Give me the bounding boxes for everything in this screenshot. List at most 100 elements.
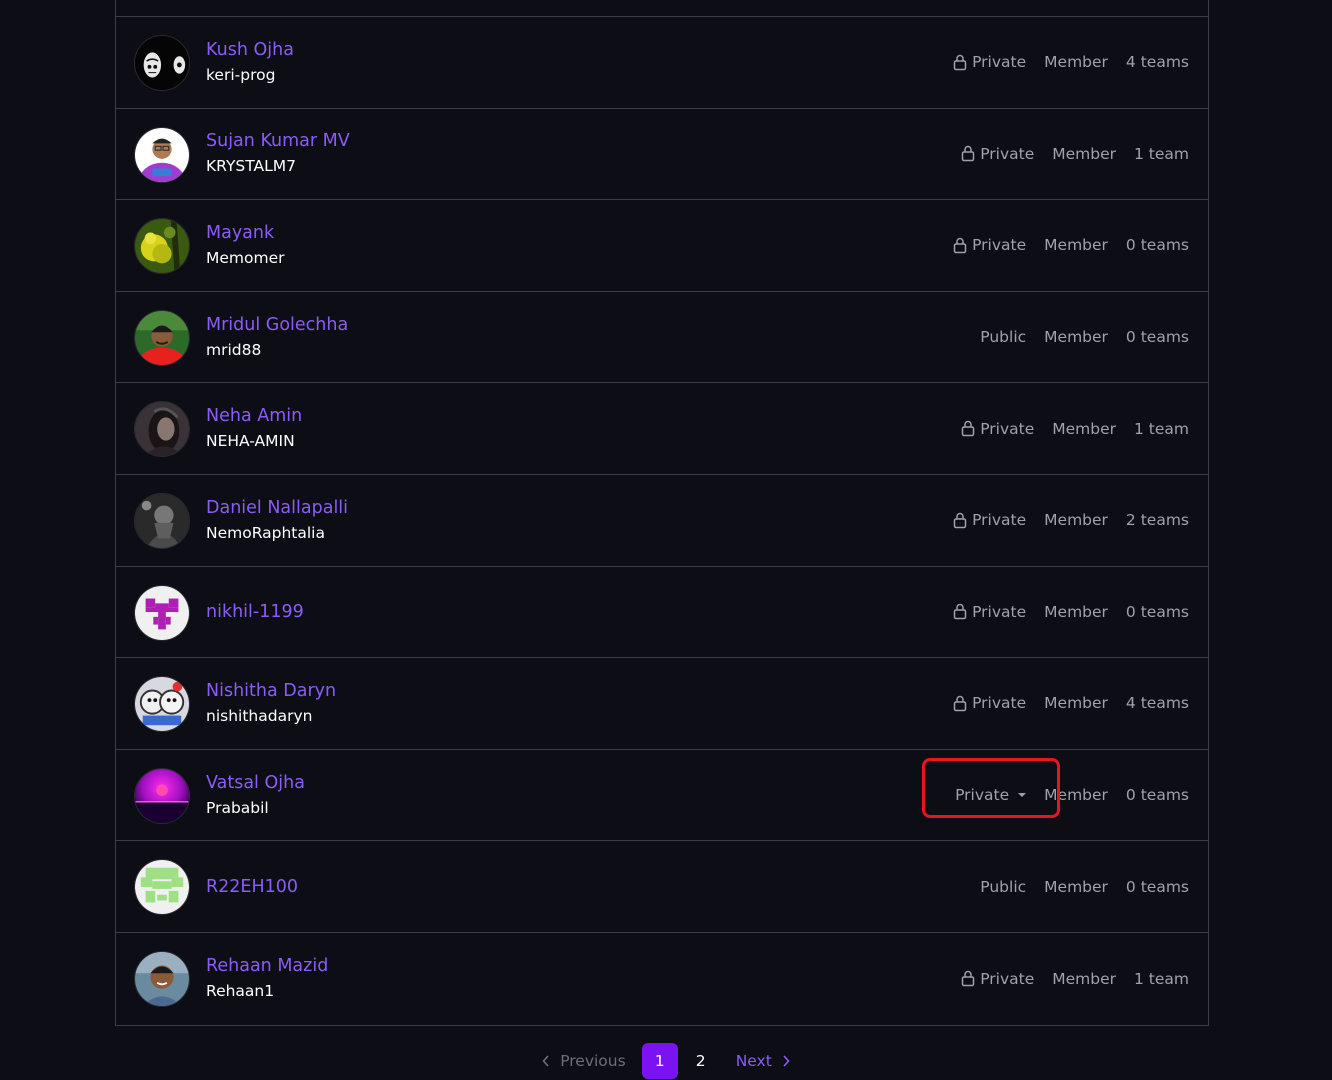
member-teams[interactable]: 0 teams (1126, 603, 1189, 621)
member-meta: Private Member 0 teams (922, 750, 1189, 841)
member-name-link[interactable]: Kush Ojha (206, 38, 294, 62)
member-teams[interactable]: 2 teams (1126, 511, 1189, 529)
member-role: Member (1044, 877, 1108, 896)
member-name-link[interactable]: Neha Amin (206, 404, 302, 428)
avatar[interactable] (134, 859, 190, 916)
lock-icon (953, 695, 967, 712)
member-names: Nishitha Daryn nishithadaryn (206, 658, 336, 749)
member-name-link[interactable]: Mridul Golechha (206, 313, 348, 337)
visibility-status: Private (961, 970, 1034, 988)
member-role: Member (1044, 53, 1108, 72)
member-names: nikhil-1199 (206, 567, 304, 658)
member-teams[interactable]: 0 teams (1126, 878, 1189, 896)
avatar[interactable] (134, 767, 190, 824)
member-row: Nishitha Daryn nishithadaryn Private Mem… (116, 658, 1208, 750)
member-names: R22EH100 (206, 841, 298, 932)
member-role: Member (1052, 419, 1116, 438)
member-row: Neha Amin NEHA-AMIN Private Member 1 tea… (116, 383, 1208, 475)
previous-label: Previous (560, 1052, 626, 1070)
visibility-status: Private (953, 603, 1026, 621)
member-row: Sujan Kumar MV KRYSTALM7 Private Member … (116, 109, 1208, 201)
member-teams[interactable]: 0 teams (1126, 236, 1189, 254)
member-teams[interactable]: 0 teams (1126, 328, 1189, 346)
visibility-label: Private (980, 419, 1035, 438)
member-names: Rehaan Mazid Rehaan1 (206, 933, 328, 1025)
visibility-label: Public (980, 328, 1027, 347)
member-teams[interactable]: 4 teams (1126, 694, 1189, 712)
member-teams[interactable]: 1 team (1134, 145, 1189, 163)
pagination-previous: Previous (542, 1052, 626, 1070)
visibility-label: Private (972, 694, 1027, 713)
avatar[interactable] (134, 584, 190, 641)
members-list: Kush Ojha keri-prog Private Member 4 tea… (115, 0, 1209, 1026)
lock-icon (961, 420, 975, 437)
visibility-label: Private (972, 511, 1027, 530)
visibility-label: Private (972, 602, 1027, 621)
visibility-label: Private (980, 144, 1035, 163)
avatar[interactable] (134, 309, 190, 366)
page-2-button[interactable]: 2 (683, 1043, 719, 1079)
member-names: Sujan Kumar MV KRYSTALM7 (206, 109, 350, 200)
member-names: Neha Amin NEHA-AMIN (206, 383, 302, 474)
member-row: nikhil-1199 Private Member 0 teams (116, 567, 1208, 659)
lock-icon (953, 604, 967, 620)
member-teams[interactable]: 1 team (1134, 970, 1189, 988)
visibility-status: Public (980, 328, 1026, 346)
member-meta: Private Member 1 team (961, 383, 1189, 474)
caret-down-icon (1018, 793, 1027, 798)
visibility-status: Private (953, 236, 1026, 254)
member-names: Vatsal Ojha Prababil (206, 750, 305, 841)
avatar[interactable] (134, 126, 190, 183)
member-name-link[interactable]: Mayank (206, 221, 285, 245)
avatar[interactable] (134, 492, 190, 549)
member-name-link[interactable]: Nishitha Daryn (206, 679, 336, 703)
member-meta: Private Member 0 teams (953, 567, 1189, 658)
lock-icon (953, 512, 967, 529)
visibility-status: Public (980, 878, 1026, 896)
member-teams[interactable]: 4 teams (1126, 53, 1189, 71)
visibility-status: Private (953, 511, 1026, 529)
member-role: Member (1052, 144, 1116, 163)
page-1-button[interactable]: 1 (641, 1043, 678, 1079)
visibility-dropdown[interactable]: Private (922, 758, 1061, 819)
member-meta: Public Member 0 teams (980, 841, 1189, 932)
member-role: Member (1044, 786, 1108, 805)
member-meta: Private Member 0 teams (953, 200, 1189, 291)
member-meta: Private Member 4 teams (953, 17, 1189, 108)
avatar[interactable] (134, 35, 190, 91)
visibility-status: Private (961, 145, 1034, 163)
lock-icon (961, 146, 975, 162)
member-name-link[interactable]: Rehaan Mazid (206, 954, 328, 978)
avatar[interactable] (134, 676, 190, 733)
lock-icon (953, 54, 967, 71)
member-teams[interactable]: 0 teams (1126, 786, 1189, 804)
member-name-link[interactable]: Vatsal Ojha (206, 771, 305, 795)
visibility-label: Public (980, 877, 1027, 896)
avatar[interactable] (134, 218, 190, 275)
member-teams[interactable]: 1 team (1134, 420, 1189, 438)
avatar[interactable] (134, 950, 190, 1007)
member-names: Mayank Memomer (206, 200, 285, 291)
member-name-link[interactable]: Daniel Nallapalli (206, 496, 348, 520)
member-login: NemoRaphtalia (206, 523, 325, 542)
member-meta: Private Member 2 teams (953, 475, 1189, 566)
member-row: R22EH100 Public Member 0 teams (116, 841, 1208, 933)
member-meta: Private Member 1 team (961, 933, 1189, 1025)
member-name-link[interactable]: nikhil-1199 (206, 600, 304, 624)
member-name-link[interactable]: R22EH100 (206, 875, 298, 899)
list-top-strip (116, 0, 1208, 17)
member-name-link[interactable]: Sujan Kumar MV (206, 129, 350, 153)
member-names: Kush Ojha keri-prog (206, 17, 294, 108)
pagination-next[interactable]: Next (736, 1052, 790, 1070)
visibility-status: Private (953, 694, 1026, 712)
member-row: Kush Ojha keri-prog Private Member 4 tea… (116, 17, 1208, 109)
chevron-left-icon (542, 1055, 549, 1067)
next-label: Next (735, 1052, 772, 1070)
member-role: Member (1044, 694, 1108, 713)
avatar[interactable] (134, 401, 190, 458)
member-names: Mridul Golechha mrid88 (206, 292, 348, 383)
member-row: Rehaan Mazid Rehaan1 Private Member 1 te… (116, 933, 1208, 1025)
visibility-label: Private (972, 236, 1027, 255)
member-names: Daniel Nallapalli NemoRaphtalia (206, 475, 348, 566)
visibility-label: Private (955, 786, 1010, 805)
